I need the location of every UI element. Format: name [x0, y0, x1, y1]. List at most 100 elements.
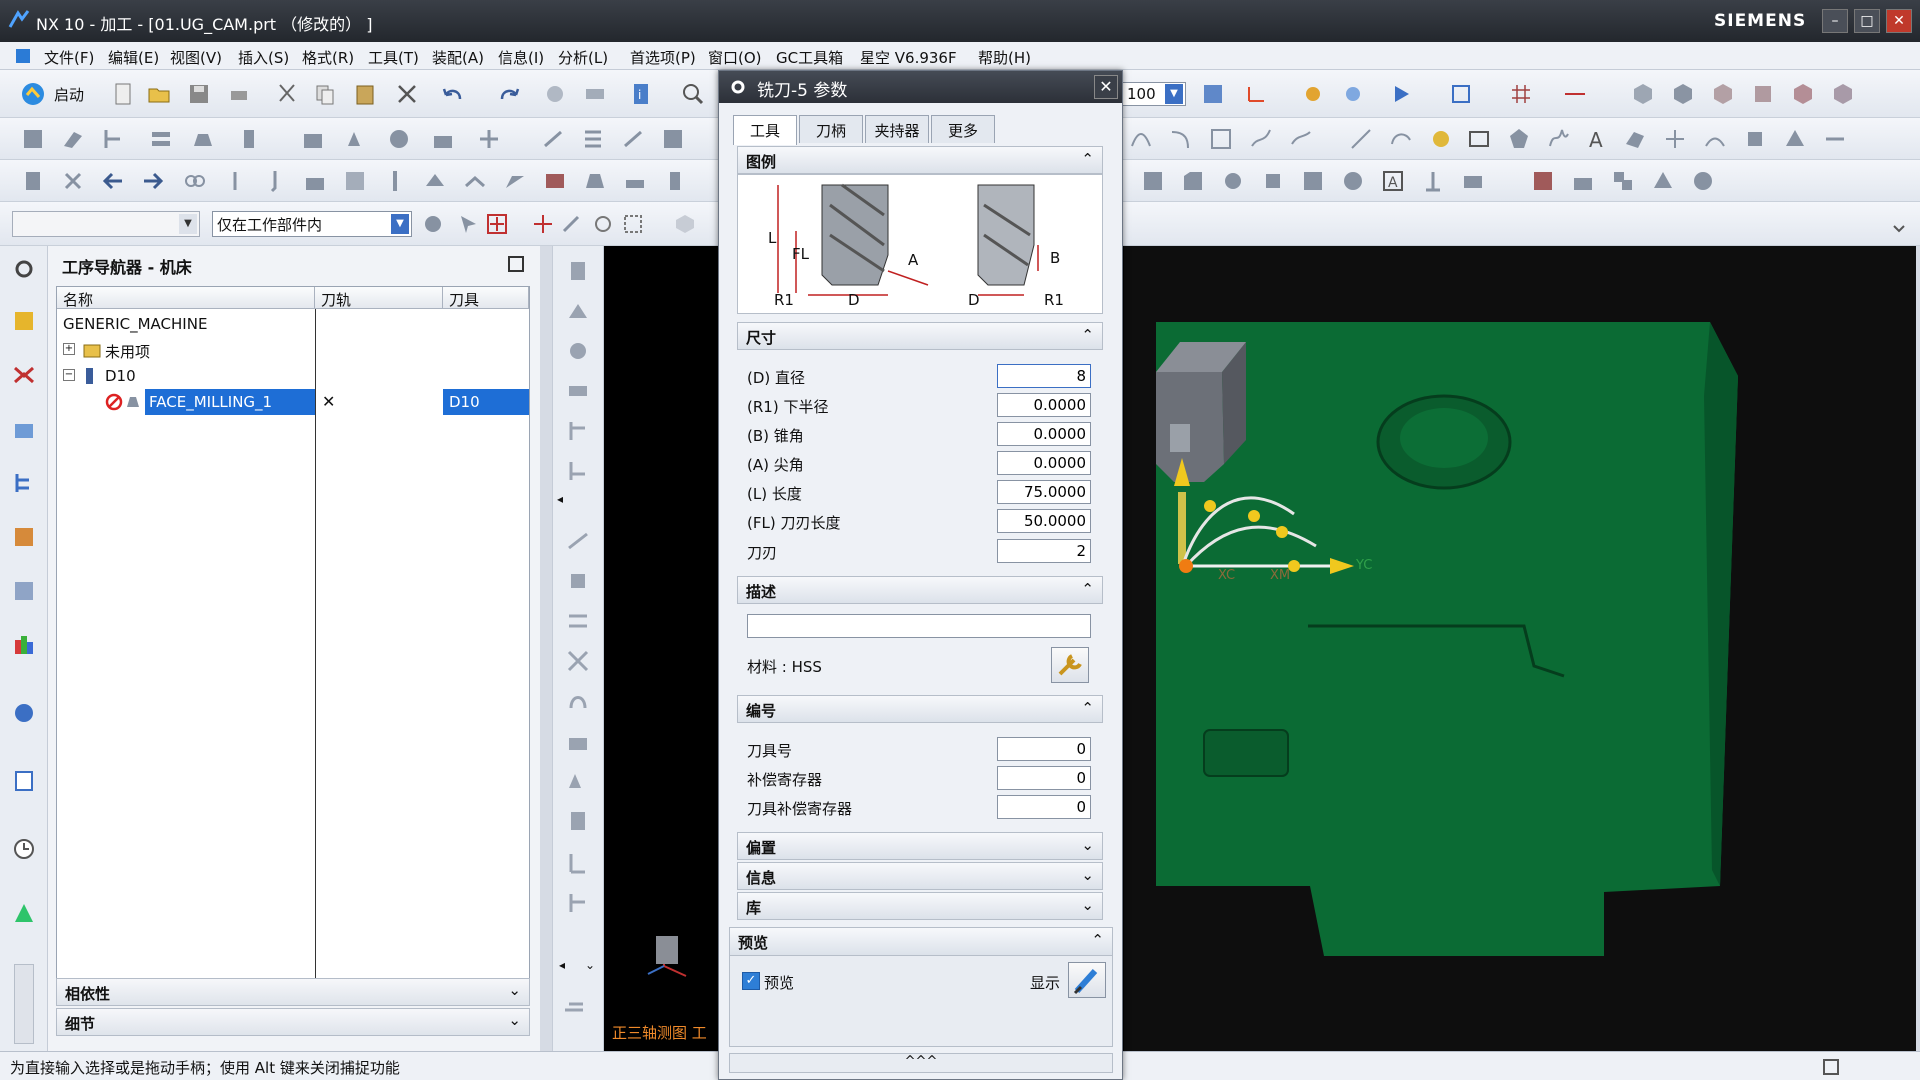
toolpath-tool-5-icon[interactable]	[565, 418, 591, 444]
mill-cut-icon[interactable]	[382, 168, 408, 194]
group-icon[interactable]	[1610, 168, 1636, 194]
adjust-register-input[interactable]	[997, 766, 1091, 790]
redo-icon[interactable]	[496, 81, 522, 107]
forward-arrow-icon[interactable]	[140, 168, 166, 194]
program-order-view-icon[interactable]	[11, 308, 37, 334]
section-preview[interactable]: 预览 ⌃	[730, 928, 1112, 956]
static-wire-icon[interactable]	[1750, 81, 1776, 107]
select-all-icon[interactable]	[420, 211, 446, 237]
tab-holder-shank[interactable]: 刀柄	[799, 115, 863, 143]
hole-icon[interactable]	[1220, 168, 1246, 194]
feature-icon[interactable]	[1140, 168, 1166, 194]
tree-row-d10[interactable]: − D10	[57, 363, 529, 389]
open-folder-icon[interactable]	[146, 81, 172, 107]
create-operation-icon[interactable]	[190, 126, 216, 152]
section-description[interactable]: 描述 ⌃	[737, 576, 1103, 604]
spline-icon[interactable]	[1248, 126, 1274, 152]
menu-view[interactable]: 视图(V)	[170, 47, 222, 68]
toolpath-tool-11-icon[interactable]	[565, 688, 591, 714]
section-dimensions[interactable]: 尺寸 ⌃	[737, 322, 1103, 350]
column-header-tool[interactable]: 刀具	[443, 287, 529, 309]
toolpath-tool-1-icon[interactable]	[565, 258, 591, 284]
wireframe-icon[interactable]	[1710, 81, 1736, 107]
generate-toolpath-icon[interactable]	[236, 126, 262, 152]
dialog-close-button[interactable]: ✕	[1094, 75, 1118, 99]
layer-settings-icon[interactable]	[1200, 81, 1226, 107]
toolpath-display-icon[interactable]	[620, 126, 646, 152]
toolpath-tool-10-icon[interactable]	[565, 648, 591, 674]
menu-app-icon[interactable]	[14, 47, 32, 65]
sphere-icon[interactable]	[1340, 168, 1366, 194]
color-palette-icon[interactable]	[1690, 168, 1716, 194]
snap-end-icon[interactable]	[484, 211, 510, 237]
expand-icon[interactable]: +	[63, 343, 75, 355]
section-legend[interactable]: 图例 ⌃	[737, 146, 1103, 174]
toolbar-overflow-icon[interactable]	[1886, 216, 1912, 242]
text-icon[interactable]: A	[1584, 126, 1610, 152]
boss-icon[interactable]	[1260, 168, 1286, 194]
paste-icon[interactable]	[352, 81, 378, 107]
cut-icon[interactable]	[274, 81, 300, 107]
residual-mill-icon[interactable]	[542, 168, 568, 194]
machine-tool-icon[interactable]	[20, 168, 46, 194]
section-library[interactable]: 库 ⌄	[737, 892, 1103, 920]
print-icon[interactable]	[226, 81, 252, 107]
link-icon[interactable]	[182, 168, 208, 194]
trim-curve-icon[interactable]	[1822, 126, 1848, 152]
rectangle-icon[interactable]	[1466, 126, 1492, 152]
toolpath-tool-17-icon[interactable]	[561, 994, 587, 1020]
start-label[interactable]: 启动	[54, 84, 84, 105]
extract-curve-icon[interactable]	[1742, 126, 1768, 152]
create-tool-icon[interactable]	[60, 126, 86, 152]
type-filter-select[interactable]: ▼	[12, 211, 200, 237]
cavity-mill-icon[interactable]	[422, 168, 448, 194]
verify-icon[interactable]	[300, 126, 326, 152]
zoom-icon[interactable]	[680, 81, 706, 107]
web-browser-icon[interactable]	[11, 700, 37, 726]
post-process-icon[interactable]	[386, 126, 412, 152]
section-offset[interactable]: 偏置 ⌄	[737, 832, 1103, 860]
section-information[interactable]: 信息 ⌄	[737, 862, 1103, 890]
menu-insert[interactable]: 插入(S)	[238, 47, 289, 68]
toolpath-tool-12-icon[interactable]	[565, 728, 591, 754]
transform-icon[interactable]	[476, 126, 502, 152]
point-set-icon[interactable]	[1428, 126, 1454, 152]
toolpath-tool-2-icon[interactable]	[565, 298, 591, 324]
dependency-panel[interactable]: 相依性 ⌄	[56, 978, 530, 1006]
collapse-left-icon[interactable]: ◂	[557, 492, 563, 506]
diameter-input[interactable]	[997, 364, 1091, 388]
create-program-icon[interactable]	[20, 126, 46, 152]
polygon-icon[interactable]	[1506, 126, 1532, 152]
zlevel-icon[interactable]	[462, 168, 488, 194]
layer-icon[interactable]	[1530, 168, 1556, 194]
tab-holder[interactable]: 夹持器	[865, 115, 929, 143]
part-icon[interactable]	[342, 168, 368, 194]
repeat-command-icon[interactable]	[542, 81, 568, 107]
material-select-button[interactable]	[1051, 647, 1089, 683]
reuse-library-icon[interactable]	[11, 578, 37, 604]
rectangle-select-icon[interactable]	[620, 211, 646, 237]
flute-length-input[interactable]	[997, 509, 1091, 533]
section-numbering[interactable]: 编号 ⌃	[737, 695, 1103, 723]
toolpath-tool-8-icon[interactable]	[565, 568, 591, 594]
view-orient-icon[interactable]	[1448, 81, 1474, 107]
show-preview-button[interactable]	[1068, 962, 1106, 998]
general-select-icon[interactable]	[456, 211, 482, 237]
delete-icon[interactable]	[394, 81, 420, 107]
note-icon[interactable]: A	[1380, 168, 1406, 194]
scope-filter-select[interactable]: 仅在工作部件内 ▼	[212, 211, 412, 237]
shaded-edges-icon[interactable]	[1670, 81, 1696, 107]
tip-angle-input[interactable]	[997, 451, 1091, 475]
edit-object-display-icon[interactable]	[1650, 168, 1676, 194]
gear-icon[interactable]	[11, 256, 37, 282]
menu-preferences[interactable]: 首选项(P)	[630, 47, 696, 68]
arc-circle-icon[interactable]	[1388, 126, 1414, 152]
grid-icon[interactable]	[1508, 81, 1534, 107]
toolpath-edit-icon[interactable]	[540, 126, 566, 152]
preview-checkbox[interactable]: ✓	[742, 972, 760, 990]
simulate-icon[interactable]	[344, 126, 370, 152]
back-arrow-icon[interactable]	[100, 168, 126, 194]
close-window-button[interactable]: ✕	[1886, 9, 1912, 33]
machine-navigator-icon[interactable]	[11, 524, 37, 550]
length-input[interactable]	[997, 480, 1091, 504]
